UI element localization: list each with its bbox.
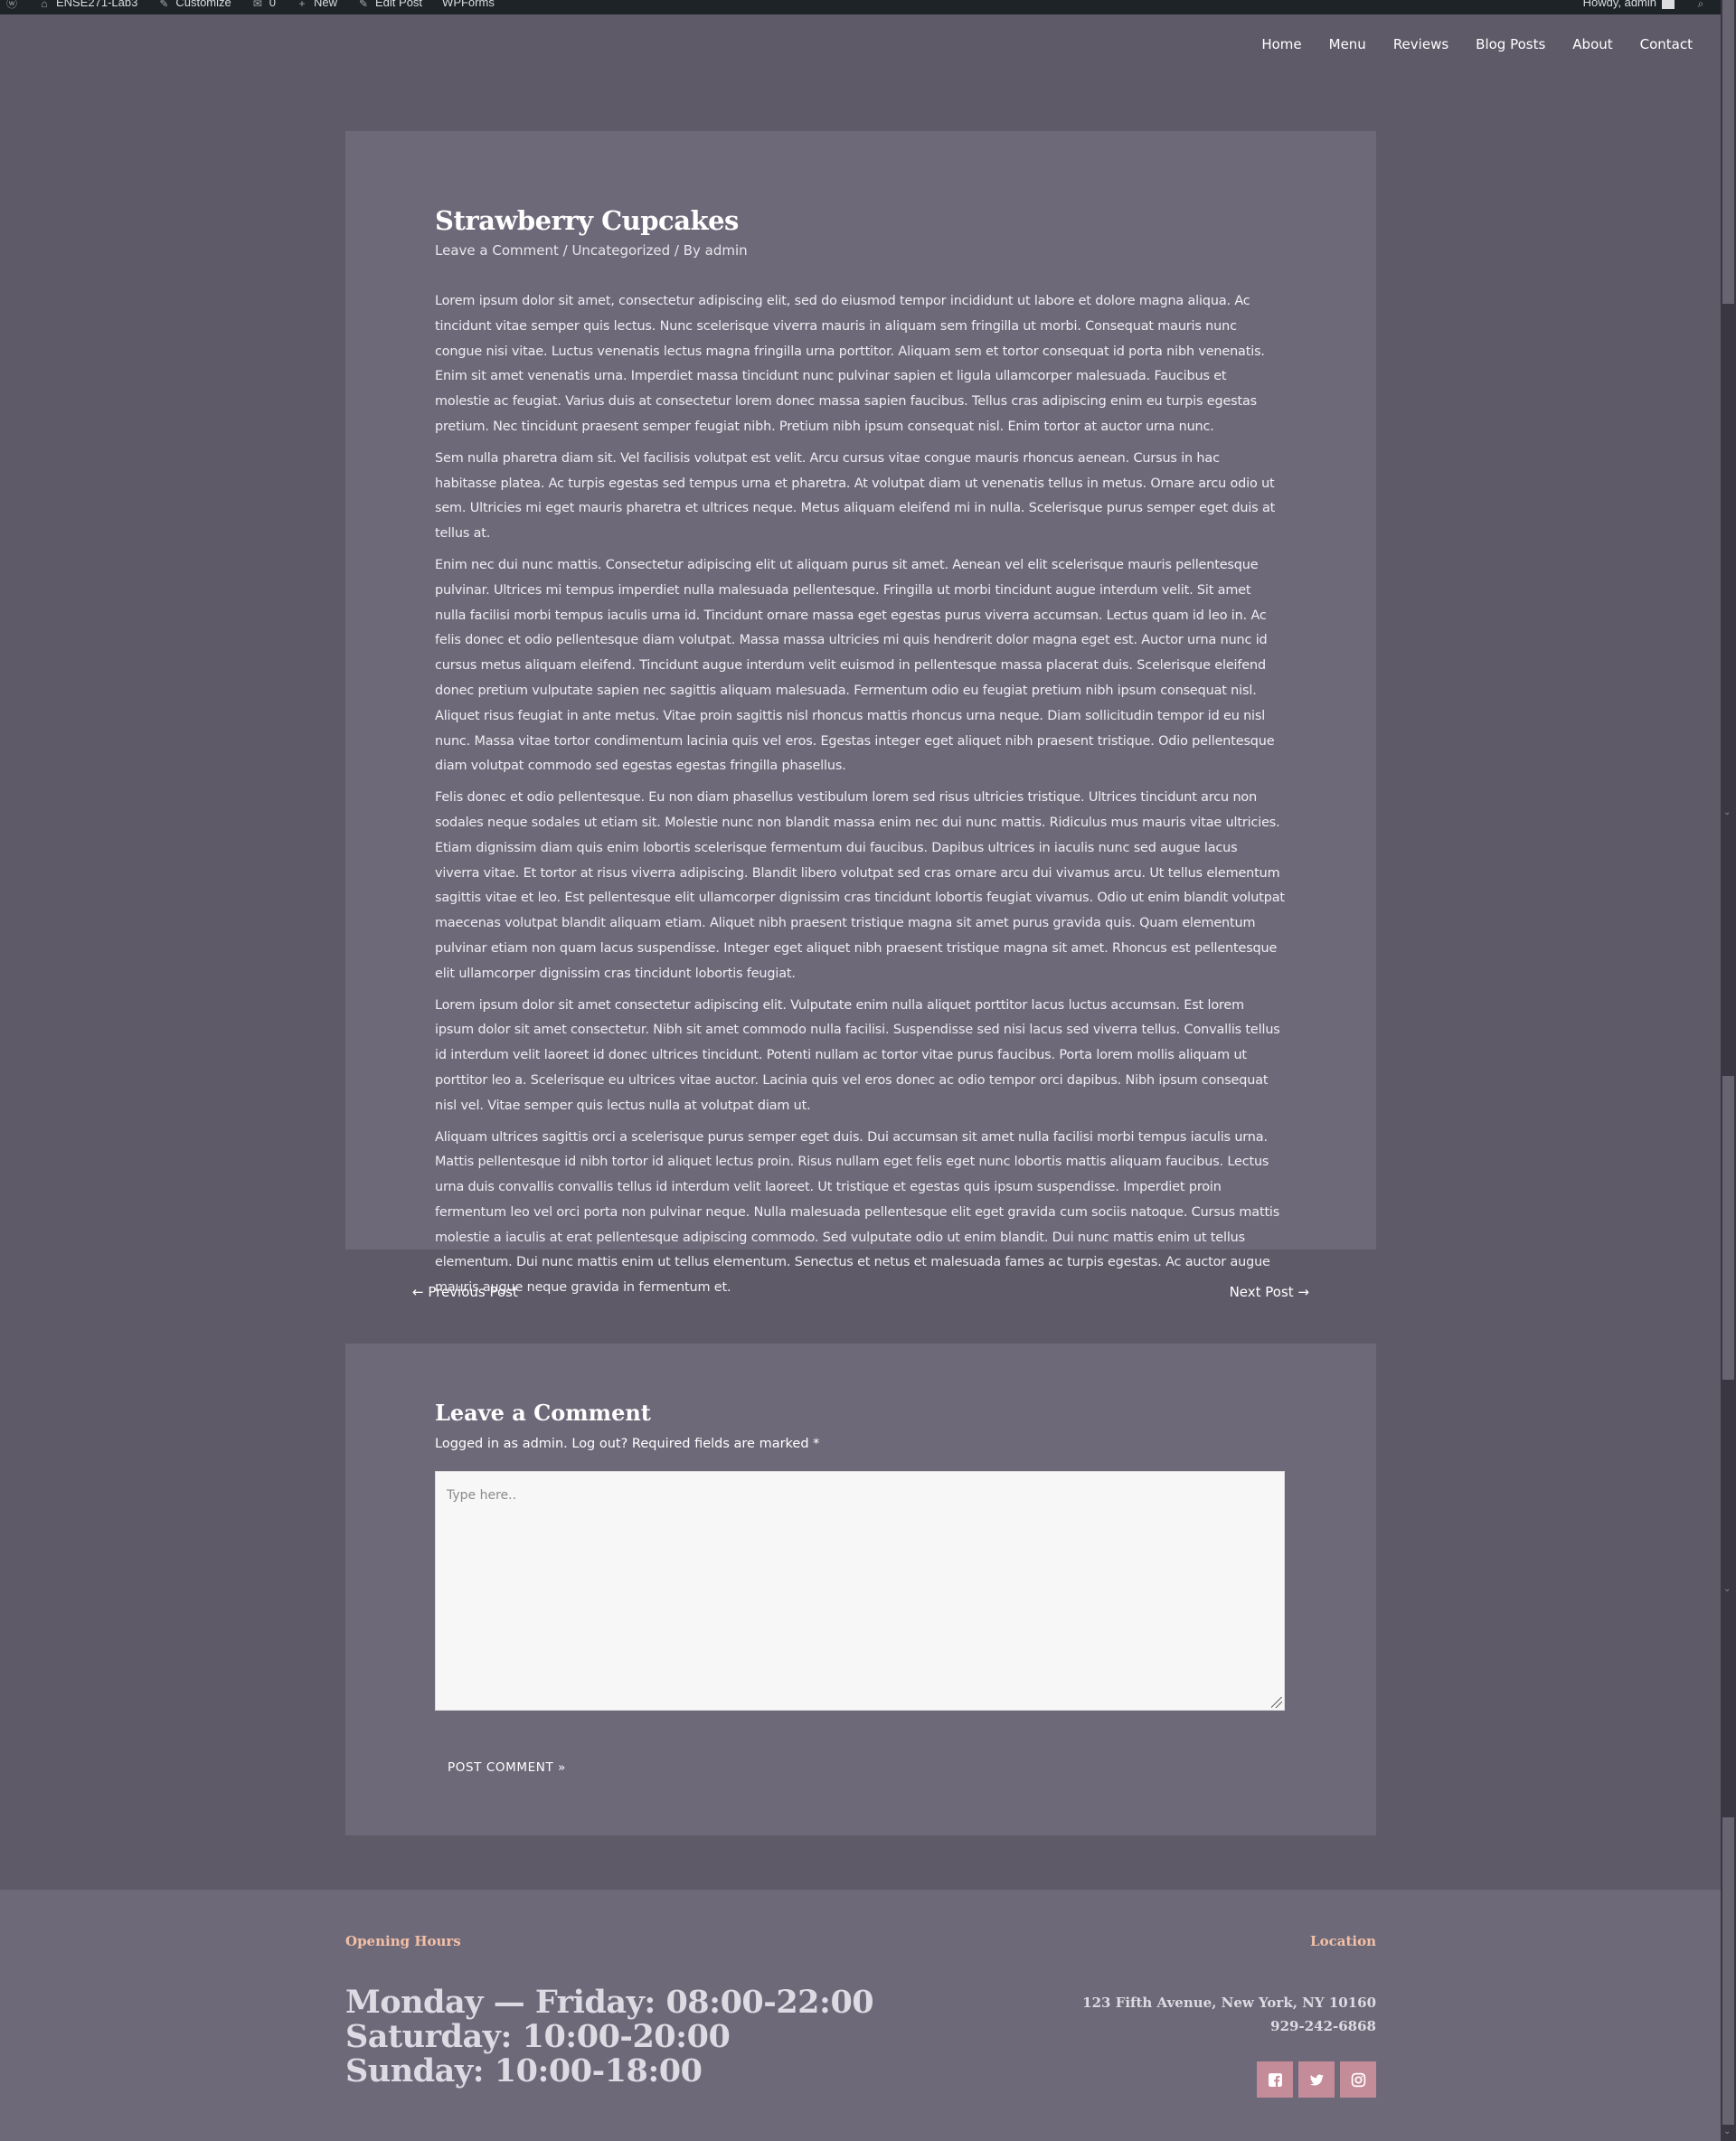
admin-bar-search[interactable]: ⌕ [1694, 0, 1707, 10]
instagram-icon [1351, 2072, 1365, 2087]
site-footer: Opening Hours Monday — Friday: 08:00-22:… [0, 1890, 1721, 2141]
comment-logged-in-note: Logged in as admin. Log out? Required fi… [435, 1437, 820, 1451]
comment-section: Leave a Comment Logged in as admin. Log … [345, 1344, 1376, 1835]
leave-comment-link[interactable]: Leave a Comment [435, 242, 559, 259]
admin-bar-account[interactable]: Howdy, admin [1583, 0, 1675, 10]
chevron-down-icon: ⌄ [1723, 1584, 1731, 1594]
search-icon: ⌕ [1697, 0, 1704, 10]
post-article: Strawberry Cupcakes Leave a Comment / Un… [345, 131, 1376, 1295]
admin-bar-edit-post[interactable]: ✎ Edit Post [357, 0, 422, 10]
hours-saturday: Saturday: 10:00-20:00 [345, 2018, 731, 2055]
post-paragraph: Lorem ipsum dolor sit amet, consectetur … [435, 294, 1265, 434]
scrollbar-segment [1722, 1076, 1734, 1380]
new-label: New [314, 0, 338, 9]
address-line: 123 Fifth Avenue, New York, NY 10160 [1082, 1995, 1376, 2011]
post-title: Strawberry Cupcakes [435, 205, 739, 236]
comment-box [435, 1471, 1285, 1711]
brush-icon: ✎ [159, 0, 169, 10]
nav-contact[interactable]: Contact [1640, 36, 1693, 52]
post-comment-button[interactable]: POST COMMENT » [435, 1751, 579, 1784]
admin-bar: ⓦ ⌂ ENSE271-Lab3 ✎ Customize ✉ 0 + New ✎ Edit… [0, 0, 1736, 14]
previous-post-link[interactable]: ← Previous Post [412, 1284, 518, 1300]
page-scrollbar[interactable]: ⌄ ⌄ ⌄ [1721, 0, 1736, 2141]
plus-icon: + [298, 0, 306, 10]
chevron-down-icon: ⌄ [1723, 807, 1731, 817]
resize-handle[interactable] [1271, 1697, 1282, 1708]
comment-title: Leave a Comment [435, 1400, 651, 1426]
post-meta: Leave a Comment / Uncategorized / By adm… [435, 242, 1285, 259]
edit-post-label: Edit Post [375, 0, 423, 9]
admin-bar-comments[interactable]: ✉ 0 [251, 0, 276, 10]
twitter-button[interactable] [1298, 2061, 1335, 2098]
chevron-down-icon: ⌄ [1723, 2127, 1731, 2136]
post-paragraph: Aliquam ultrices sagittis orci a sceleri… [435, 1129, 1280, 1296]
nav-home[interactable]: Home [1261, 36, 1301, 52]
comment-textarea[interactable] [436, 1472, 1284, 1710]
hours-weekdays: Monday — Friday: 08:00-22:00 [345, 1984, 874, 2021]
site-name: ENSE271-Lab3 [56, 0, 138, 9]
howdy-label: Howdy, admin [1582, 0, 1656, 9]
post-content: Lorem ipsum dolor sit amet, consectetur … [435, 289, 1285, 1307]
nav-about[interactable]: About [1572, 36, 1612, 52]
opening-hours: Opening Hours Monday — Friday: 08:00-22:… [345, 1933, 874, 2089]
meta-by: / By [670, 242, 705, 259]
wordpress-icon: ⓦ [5, 0, 17, 10]
nav-menu[interactable]: Menu [1329, 36, 1366, 52]
hours-list: Monday — Friday: 08:00-22:00 Saturday: 1… [345, 1984, 874, 2089]
twitter-icon [1309, 2073, 1324, 2086]
pencil-icon: ✎ [358, 0, 369, 10]
admin-bar-wpforms[interactable]: WPForms [442, 0, 495, 10]
nav-reviews[interactable]: Reviews [1393, 36, 1448, 52]
location: Location 123 Fifth Avenue, New York, NY … [1082, 1933, 1376, 2098]
admin-bar-site[interactable]: ⌂ ENSE271-Lab3 [38, 0, 137, 10]
author-link[interactable]: admin [705, 242, 748, 259]
comment-icon: ✉ [252, 0, 262, 10]
wpforms-label: WPForms [442, 0, 495, 9]
admin-bar-new[interactable]: + New [296, 0, 337, 10]
post-paragraph: Sem nulla pharetra diam sit. Vel facilis… [435, 450, 1276, 542]
wordpress-logo[interactable]: ⓦ [5, 0, 18, 10]
home-icon: ⌂ [41, 0, 48, 10]
category-link[interactable]: Uncategorized [571, 242, 670, 259]
address-block: 123 Fifth Avenue, New York, NY 10160 929… [1082, 1991, 1376, 2038]
comments-count: 0 [269, 0, 276, 9]
main-nav: Home Menu Reviews Blog Posts About Conta… [1261, 36, 1693, 52]
instagram-button[interactable] [1340, 2061, 1376, 2098]
avatar [1662, 0, 1675, 9]
customize-label: Customize [175, 0, 231, 9]
meta-separator: / [558, 242, 572, 259]
post-paragraph: Lorem ipsum dolor sit amet consectetur a… [435, 997, 1280, 1113]
phone-number: 929-242-6868 [1270, 2018, 1376, 2034]
facebook-button[interactable] [1257, 2061, 1293, 2098]
social-links [1082, 2061, 1376, 2098]
post-paragraph: Felis donec et odio pellentesque. Eu non… [435, 790, 1285, 981]
admin-bar-customize[interactable]: ✎ Customize [157, 0, 231, 10]
location-title: Location [1310, 1933, 1376, 1949]
next-post-link[interactable]: Next Post → [1230, 1284, 1309, 1300]
nav-blog-posts[interactable]: Blog Posts [1476, 36, 1545, 52]
hours-sunday: Sunday: 10:00-18:00 [345, 2052, 703, 2089]
facebook-icon [1268, 2072, 1282, 2087]
scrollbar-thumb[interactable] [1722, 0, 1734, 304]
opening-hours-title: Opening Hours [345, 1933, 461, 1949]
post-paragraph: Enim nec dui nunc mattis. Consectetur ad… [435, 557, 1275, 774]
scrollbar-segment [1722, 1817, 1734, 2125]
